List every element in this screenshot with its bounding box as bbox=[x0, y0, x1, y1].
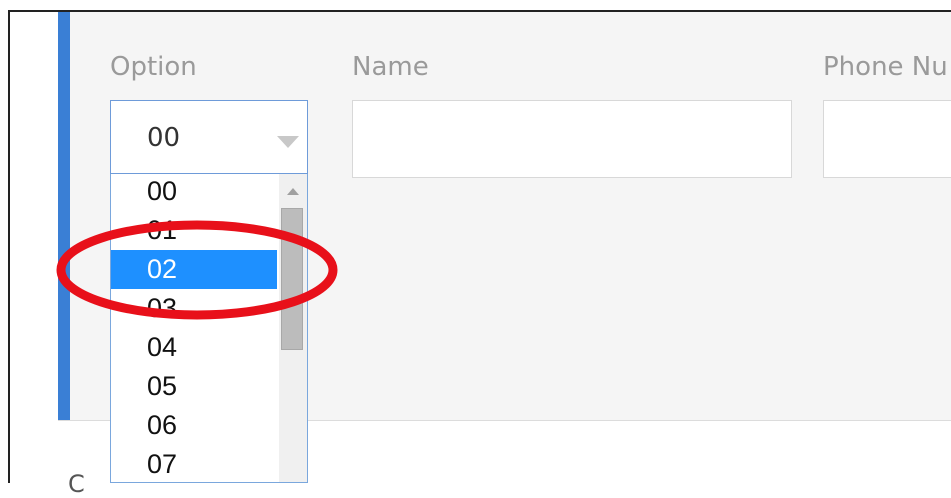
dropdown-option-01[interactable]: 01 bbox=[111, 211, 277, 250]
dropdown-option-04[interactable]: 04 bbox=[111, 328, 277, 367]
phone-number-input[interactable] bbox=[823, 100, 951, 178]
dropdown-option-07[interactable]: 07 bbox=[111, 445, 277, 482]
option-dropdown-list: 00 01 02 03 04 05 06 07 bbox=[110, 174, 308, 483]
scrollbar-thumb[interactable] bbox=[281, 208, 303, 350]
dropdown-option-03[interactable]: 03 bbox=[111, 289, 277, 328]
dropdown-scrollbar[interactable] bbox=[279, 174, 307, 482]
name-input[interactable] bbox=[352, 100, 792, 178]
name-label: Name bbox=[352, 52, 429, 82]
panel-accent-bar bbox=[58, 12, 70, 420]
dropdown-option-02[interactable]: 02 bbox=[111, 250, 277, 289]
option-select[interactable]: 00 bbox=[110, 100, 308, 174]
chevron-down-icon bbox=[277, 136, 299, 148]
dropdown-option-00[interactable]: 00 bbox=[111, 174, 277, 211]
dropdown-option-05[interactable]: 05 bbox=[111, 367, 277, 406]
option-select-value: 00 bbox=[147, 123, 181, 153]
section-heading-partial: C bbox=[68, 470, 85, 498]
phone-number-label: Phone Nu bbox=[823, 52, 948, 82]
dropdown-option-06[interactable]: 06 bbox=[111, 406, 277, 445]
window-frame-left bbox=[8, 10, 10, 483]
scroll-up-arrow-icon[interactable] bbox=[287, 188, 299, 195]
option-label: Option bbox=[110, 52, 197, 82]
